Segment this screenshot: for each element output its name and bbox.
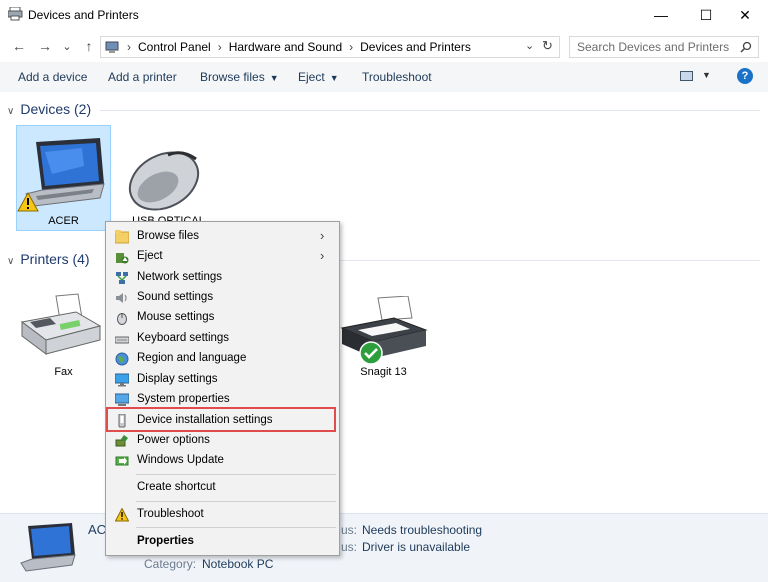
printer-icon[interactable] [338, 296, 430, 362]
eject-icon [116, 253, 129, 264]
navigation-bar: ← → ⌄ ↑ › Control Panel › Hardware and Soun… [0, 30, 768, 62]
printers-group-header[interactable]: ∨ Printers (4) [7, 251, 90, 267]
menu-item-browse-files[interactable]: Browse files › [106, 227, 339, 247]
breadcrumb: › Control Panel › Hardware and Sound › Device… [127, 40, 471, 54]
details-status-value: Needs troubleshooting [362, 523, 483, 537]
windows-update-icon [115, 456, 129, 466]
mouse-icon [117, 313, 127, 325]
minimize-button[interactable]: — [638, 0, 684, 30]
collapse-chevron-icon: ∨ [7, 256, 15, 267]
laptop-icon [20, 523, 76, 572]
breadcrumb-hardware-and-sound[interactable]: Hardware and Sound [229, 40, 342, 54]
menu-item-sound-settings[interactable]: Sound settings [106, 288, 339, 308]
window-title: Devices and Printers [28, 8, 139, 22]
devices-group-header[interactable]: ∨ Devices (2) [7, 101, 91, 117]
mouse-icon[interactable] [124, 145, 210, 211]
troubleshoot-button[interactable]: Troubleshoot [362, 70, 432, 84]
folder-icon [115, 230, 129, 244]
warning-icon [115, 508, 129, 522]
breadcrumb-devices-and-printers[interactable]: Devices and Printers [360, 40, 471, 54]
search-box[interactable]: Search Devices and Printers [569, 36, 759, 58]
default-printer-check-icon [359, 341, 383, 365]
menu-item-troubleshoot[interactable]: Troubleshoot [106, 505, 339, 525]
add-device-button[interactable]: Add a device [18, 70, 87, 84]
forward-button[interactable]: → [36, 37, 54, 55]
power-icon [115, 435, 128, 447]
details-driver-label: us: [341, 540, 358, 554]
back-button[interactable]: ← [10, 37, 28, 55]
printer-label: Snagit 13 [360, 366, 407, 378]
chevron-down-icon: ▼ [329, 73, 339, 83]
menu-separator [136, 501, 336, 502]
help-button[interactable]: ? [737, 68, 753, 84]
menu-item-region-and-language[interactable]: Region and language [106, 349, 339, 369]
fax-icon[interactable] [16, 292, 104, 360]
menu-item-eject[interactable]: Eject › [106, 247, 339, 267]
menu-item-create-shortcut[interactable]: Create shortcut [106, 478, 339, 498]
refresh-icon[interactable]: ↻ [542, 38, 553, 54]
change-view-icon[interactable] [680, 71, 693, 81]
menu-item-windows-update[interactable]: Windows Update [106, 451, 339, 471]
menu-separator [136, 474, 336, 475]
menu-item-power-options[interactable]: Power options [106, 431, 339, 451]
printer-label: Fax [54, 366, 73, 378]
menu-separator [136, 527, 336, 528]
warning-icon [17, 192, 39, 212]
browse-files-button[interactable]: Browse files ▼ [200, 70, 279, 84]
details-device-name: AC [88, 522, 107, 537]
details-category-value: Notebook PC [202, 557, 274, 571]
highlight-annotation-box [106, 407, 336, 432]
collapse-chevron-icon: ∨ [7, 106, 15, 117]
up-button[interactable]: ↑ [80, 37, 98, 55]
monitor-icon [115, 373, 129, 387]
search-input[interactable]: Search Devices and Printers [577, 40, 729, 54]
search-icon[interactable] [740, 41, 752, 53]
command-bar: Add a device Add a printer Browse files ▼… [0, 62, 768, 92]
eject-button[interactable]: Eject ▼ [298, 70, 339, 84]
menu-item-keyboard-settings[interactable]: Keyboard settings [106, 329, 339, 349]
breadcrumb-control-panel[interactable]: Control Panel [138, 40, 211, 54]
submenu-arrow-icon: › [320, 248, 325, 263]
recent-locations-button[interactable]: ⌄ [58, 37, 76, 55]
submenu-arrow-icon: › [320, 228, 325, 243]
title-bar: Devices and Printers — ☐ ✕ [0, 0, 768, 30]
close-button[interactable]: ✕ [722, 0, 768, 30]
menu-item-network-settings[interactable]: Network settings [106, 268, 339, 288]
context-menu: Browse files › Eject › Network settings … [105, 221, 340, 556]
menu-item-mouse-settings[interactable]: Mouse settings [106, 308, 339, 328]
keyboard-icon [115, 336, 129, 344]
control-panel-icon [105, 41, 119, 53]
address-dropdown-icon[interactable]: ⌄ [525, 39, 534, 52]
speaker-icon [116, 293, 127, 303]
details-category-label: Category: [144, 557, 197, 571]
network-icon [116, 272, 128, 284]
devices-printers-app-icon [8, 7, 23, 21]
address-bar[interactable]: › Control Panel › Hardware and Sound › Device… [100, 36, 560, 58]
menu-item-display-settings[interactable]: Display settings [106, 370, 339, 390]
chevron-down-icon: ▼ [269, 73, 279, 83]
group-divider [100, 110, 760, 111]
view-options-chevron-icon[interactable]: ▼ [702, 70, 711, 80]
details-status-label: us: [341, 523, 358, 537]
details-driver-value: Driver is unavailable [362, 540, 471, 554]
group-divider [340, 260, 760, 261]
device-label: ACER [48, 215, 79, 227]
add-printer-button[interactable]: Add a printer [108, 70, 177, 84]
computer-icon [115, 393, 129, 406]
globe-icon [115, 352, 129, 366]
menu-item-properties[interactable]: Properties [106, 532, 339, 552]
